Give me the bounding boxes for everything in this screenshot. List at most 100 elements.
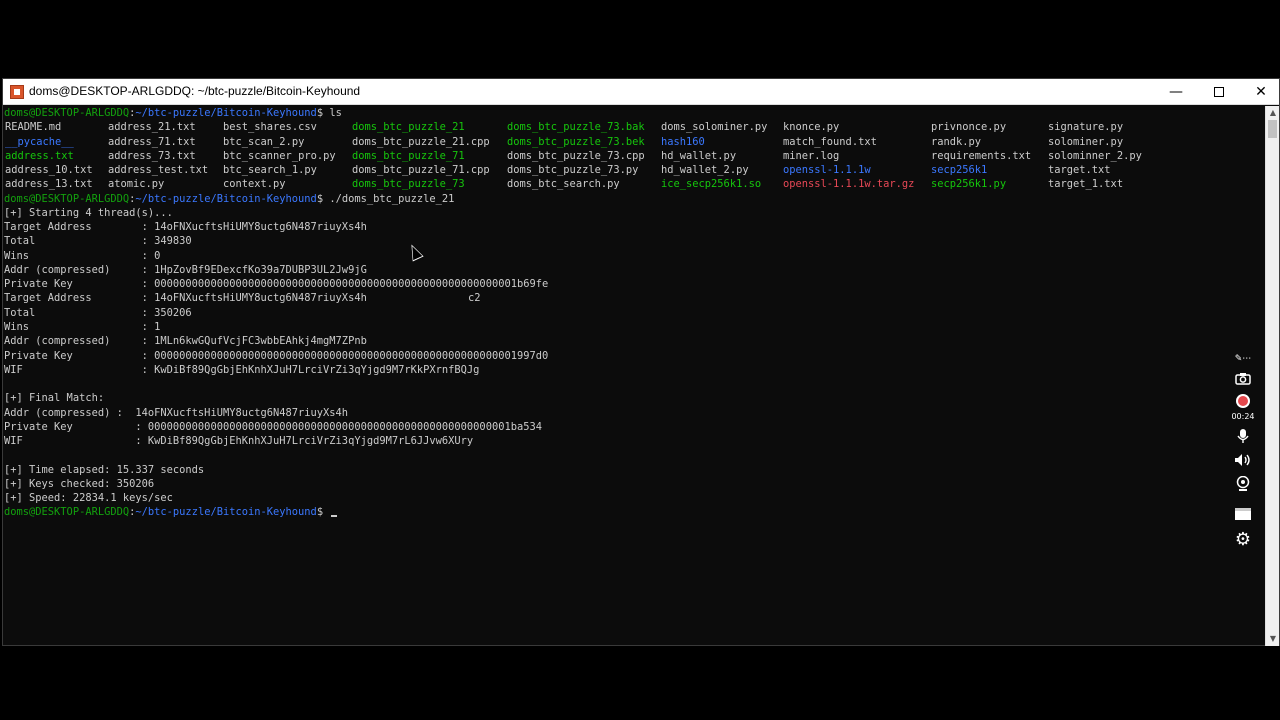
command-text: ./doms_btc_puzzle_21	[329, 192, 455, 205]
scroll-thumb[interactable]	[1268, 120, 1277, 138]
ls-entry: hd_wallet.py	[661, 149, 737, 162]
ls-entry: doms_btc_puzzle_73	[352, 178, 465, 191]
ls-entry: README.md	[5, 121, 62, 134]
webcam-icon[interactable]	[1228, 474, 1258, 494]
result-text: Private Key : 00000000000000000000000000…	[4, 278, 549, 291]
ls-entry: btc_scan_2.py	[223, 135, 305, 148]
ls-entry: doms_btc_puzzle_21.cpp	[352, 135, 490, 148]
maximize-icon	[1214, 87, 1224, 97]
ls-entry: openssl-1.1.1w.tar.gz	[783, 178, 915, 191]
prompt-path: ~/btc-puzzle/Bitcoin-Keyhound	[135, 506, 317, 519]
scroll-up-arrow-icon[interactable]: ▲	[1266, 106, 1280, 120]
terminal-window: doms@DESKTOP-ARLGDDQ: ~/btc-puzzle/Bitco…	[2, 78, 1280, 646]
vertical-scrollbar[interactable]: ▲ ▼	[1265, 106, 1279, 646]
ls-entry: address.txt	[5, 149, 74, 162]
ls-entry: doms_btc_puzzle_71.cpp	[352, 164, 490, 177]
keys-checked: [+] Keys checked: 350206	[4, 477, 155, 490]
result-text: WIF : KwDiBf89QgGbjEhKnhXJuH7LrciVrZi3qY…	[4, 435, 474, 448]
summary-line: [+] Speed: 22834.1 keys/sec	[4, 491, 1267, 505]
result-line: Wins : 0	[4, 249, 1267, 263]
text-cursor	[331, 515, 338, 518]
result-text: Addr (compressed) : 1HpZovBf9EDexcfKo39a…	[4, 263, 367, 276]
result-text: Addr (compressed) : 1MLn6kwGQufVcjFC3wbb…	[4, 335, 367, 348]
summary-line: [+] Keys checked: 350206	[4, 477, 1267, 491]
prompt-line: doms@DESKTOP-ARLGDDQ:~/btc-puzzle/Bitcoi…	[4, 192, 1267, 206]
speed: [+] Speed: 22834.1 keys/sec	[4, 492, 173, 505]
status-text: [+] Starting 4 thread(s)...	[4, 206, 173, 219]
ls-row: address_10.txt address_test.txt btc_search…	[4, 163, 1267, 177]
ls-entry: address_21.txt	[108, 121, 196, 134]
close-icon: ✕	[1255, 84, 1267, 100]
screen: doms@DESKTOP-ARLGDDQ: ~/btc-puzzle/Bitco…	[0, 0, 1280, 720]
ls-entry: btc_search_1.py	[223, 164, 317, 177]
title-bar[interactable]: doms@DESKTOP-ARLGDDQ: ~/btc-puzzle/Bitco…	[3, 79, 1279, 105]
ls-entry: miner.log	[783, 149, 840, 162]
ls-entry: btc_scanner_pro.py	[223, 149, 336, 162]
window-title: doms@DESKTOP-ARLGDDQ: ~/btc-puzzle/Bitco…	[29, 84, 361, 98]
ls-entry: doms_btc_puzzle_71	[352, 149, 465, 162]
final-header: [+] Final Match:	[4, 391, 1267, 405]
ls-entry: __pycache__	[5, 135, 74, 148]
ls-entry: address_73.txt	[108, 149, 196, 162]
result-text: Private Key : 00000000000000000000000000…	[4, 420, 542, 433]
result-line: Total : 349830	[4, 234, 1267, 248]
prompt-user-host: doms@DESKTOP-ARLGDDQ	[4, 107, 130, 119]
result-text: Total : 349830	[4, 235, 192, 248]
camera-icon[interactable]	[1228, 368, 1258, 388]
result-text: Wins : 1	[4, 320, 161, 333]
minimize-icon: —	[1169, 84, 1183, 100]
time-elapsed: [+] Time elapsed: 15.337 seconds	[4, 463, 205, 476]
ls-entry: secp256k1.py	[931, 178, 1007, 191]
ls-entry: doms_btc_search.py	[507, 178, 620, 191]
final-match-title: [+] Final Match:	[4, 392, 105, 405]
result-line: Private Key : 00000000000000000000000000…	[4, 277, 1267, 291]
ls-entry: target_1.txt	[1048, 178, 1124, 191]
screen-window-icon[interactable]	[1228, 504, 1258, 524]
ls-entry: requirements.txt	[931, 149, 1032, 162]
prompt-path: ~/btc-puzzle/Bitcoin-Keyhound	[135, 192, 317, 205]
microphone-icon[interactable]	[1228, 426, 1258, 446]
ls-entry: atomic.py	[108, 178, 165, 191]
ls-entry: address_71.txt	[108, 135, 196, 148]
ls-row: address_13.txt atomic.py context.py doms_bt…	[4, 177, 1267, 191]
result-line: Target Address : 14oFNXucftsHiUMY8uctg6N…	[4, 220, 1267, 234]
ls-entry: solominner_2.py	[1048, 149, 1142, 162]
ls-entry: address_test.txt	[108, 164, 209, 177]
result-text: Total : 350206	[4, 306, 192, 319]
result-line: Target Address : 14oFNXucftsHiUMY8uctg6N…	[4, 291, 1267, 305]
ls-entry: best_shares.csv	[223, 121, 317, 134]
maximize-button[interactable]	[1198, 79, 1240, 105]
ls-entry: knonce.py	[783, 121, 840, 134]
result-line: Addr (compressed) : 1MLn6kwGQufVcjFC3wbb…	[4, 334, 1267, 348]
ls-entry: randk.py	[931, 135, 982, 148]
pen-icon[interactable]: ✎⋯	[1228, 352, 1258, 366]
settings-gear-icon[interactable]: ⚙	[1228, 528, 1258, 550]
status-line: [+] Starting 4 thread(s)...	[4, 206, 1267, 220]
ls-entry: doms_btc_puzzle_73.bak	[507, 121, 645, 134]
result-text: Addr (compressed) : 14oFNXucftsHiUMY8uct…	[4, 406, 349, 419]
ls-entry: privnonce.py	[931, 121, 1007, 134]
close-button[interactable]: ✕	[1240, 79, 1280, 105]
ls-entry: address_13.txt	[5, 178, 93, 191]
ls-row: address.txt address_73.txt btc_scanner_pro…	[4, 149, 1267, 163]
ls-entry: openssl-1.1.1w	[783, 164, 871, 177]
result-text: Private Key : 00000000000000000000000000…	[4, 349, 549, 362]
result-text: Wins : 0	[4, 249, 161, 262]
record-icon[interactable]	[1228, 392, 1258, 410]
result-text: WIF : KwDiBf89QgGbjEhKnhXJuH7LrciVrZi3qY…	[4, 363, 480, 376]
ls-entry: secp256k1	[931, 164, 988, 177]
minimize-button[interactable]: —	[1155, 79, 1197, 105]
terminal-app-icon[interactable]	[10, 85, 24, 99]
result-line: Private Key : 00000000000000000000000000…	[4, 420, 1267, 434]
result-text: Target Address : 14oFNXucftsHiUMY8uctg6N…	[4, 221, 367, 234]
ls-row: __pycache__ address_71.txt btc_scan_2.py do…	[4, 135, 1267, 149]
speaker-icon[interactable]	[1228, 450, 1258, 470]
ls-entry: doms_btc_puzzle_73.py	[507, 164, 639, 177]
scroll-down-arrow-icon[interactable]: ▼	[1266, 632, 1280, 646]
prompt-symbol: $	[316, 192, 330, 205]
prompt-user-host: doms@DESKTOP-ARLGDDQ	[4, 506, 130, 519]
terminal-output[interactable]: doms@DESKTOP-ARLGDDQ:~/btc-puzzle/Bitcoi…	[3, 106, 1267, 646]
ls-entry: doms_btc_puzzle_21	[352, 121, 465, 134]
